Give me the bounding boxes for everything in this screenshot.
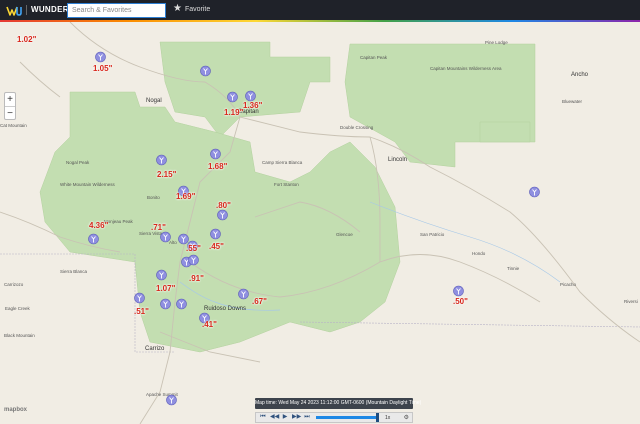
mapbox-logo[interactable]: mapbox [4,407,27,413]
weather-station-icon[interactable] [238,288,249,300]
place-label: Capitan Mountains Wilderness Area [430,66,502,71]
place-label: Ancho [571,72,589,78]
weather-station-icon[interactable] [160,298,171,310]
place-label: Riversi [624,299,638,304]
place-label: Bluewater [562,99,583,104]
skip-first-button[interactable]: ⏮ [259,413,267,422]
time-slider[interactable] [316,413,379,422]
place-label: Picacho [560,282,577,287]
place-label: Eagle Creek [5,306,30,311]
precip-value: 4.36" [89,221,109,230]
favorite-label: Favorite [184,5,211,13]
step-back-button[interactable]: ◀◀ [270,413,279,422]
precip-value: 1.07" [156,284,176,293]
place-label: Cat Mountain [0,123,27,128]
place-label: Hondo [472,251,486,256]
map-time-label: Map time: Wed May 24 2023 11:12:00 GMT-0… [255,398,421,409]
place-label: Fort Stanton [274,182,299,187]
wu-logo-icon [6,4,22,16]
precip-value: .45" [209,242,224,251]
weather-station-icon[interactable] [453,285,464,297]
place-label: White Mountain Wilderness [60,182,115,187]
precip-value: .67" [252,297,267,306]
weather-station-icon[interactable] [227,91,238,103]
place-label: Nogal [146,98,162,104]
speed-select[interactable]: 1x [385,415,390,421]
weather-station-icon[interactable] [166,394,177,406]
map-canvas[interactable]: Nogal Capitan Lincoln Ruidoso Downs Carr… [0,22,640,424]
playback-controls: ⏮ ◀◀ ▶ ▶▶ ⏭ 1x ⚙ [255,412,413,423]
place-label: Pine Lodge [485,40,508,45]
place-label: Double Crossing [340,125,374,130]
place-label: Tinnie [507,266,520,271]
precip-value: .41" [202,320,217,329]
weather-station-icon[interactable] [217,209,228,221]
precip-value: 1.36" [243,101,263,110]
place-label: Sierra Blanca [60,269,88,274]
precip-value: .91" [189,274,204,283]
weather-station-icon[interactable] [176,298,187,310]
place-label: Bonito [147,195,160,200]
weather-station-icon[interactable] [95,51,106,63]
favorite-button[interactable]: ★ Favorite [173,4,210,14]
timeline-panel: Map time: Wed May 24 2023 11:12:00 GMT-0… [255,398,421,423]
place-label: Nogal Peak [66,160,90,165]
precip-value: 1.02" [17,35,37,44]
weather-station-icon[interactable] [156,154,167,166]
weather-station-icon[interactable] [160,231,171,243]
precip-value: 2.15" [157,170,177,179]
precip-value: 1.68" [208,162,228,171]
zoom-in-button[interactable]: + [5,93,15,106]
place-label: Black Mountain [4,333,35,338]
precip-value: .50" [453,297,468,306]
place-label: Glencoe [336,232,353,237]
precip-value: .55" [186,244,201,253]
place-label: Ruidoso Downs [204,306,247,312]
time-slider-handle[interactable] [376,413,379,422]
play-button[interactable]: ▶ [281,413,289,422]
precip-value: .80" [216,201,231,210]
place-label: Capitan Peak [360,55,388,60]
step-forward-button[interactable]: ▶▶ [292,413,301,422]
weather-station-icon[interactable] [529,186,540,198]
place-label: San Patricio [420,232,445,237]
weather-station-icon[interactable] [200,65,211,77]
skip-last-button[interactable]: ⏭ [303,413,311,422]
precip-value: 1.69" [176,192,196,201]
search-input[interactable]: Search & Favorites [67,3,166,18]
weather-station-icon[interactable] [210,148,221,160]
zoom-control: + − [4,92,16,120]
precip-value: 1.19" [224,108,244,117]
weather-station-icon[interactable] [156,269,167,281]
weather-station-icon[interactable] [188,254,199,266]
weather-station-icon[interactable] [88,233,99,245]
top-bar: WUNDERMAP Search & Favorites ★ Favorite [0,0,640,22]
weather-station-icon[interactable] [210,228,221,240]
place-label: Camp Sierra Blanca [262,160,303,165]
precip-value: 1.05" [93,64,113,73]
star-icon: ★ [173,3,182,14]
place-label: Carrizo [145,346,165,352]
gear-icon[interactable]: ⚙ [404,414,409,421]
precip-value: .71" [151,223,166,232]
precip-value: .51" [134,307,149,316]
place-label: Lincoln [388,157,408,163]
zoom-out-button[interactable]: − [5,106,15,119]
place-label: Carrizozo [4,282,24,287]
weather-station-icon[interactable] [134,292,145,304]
